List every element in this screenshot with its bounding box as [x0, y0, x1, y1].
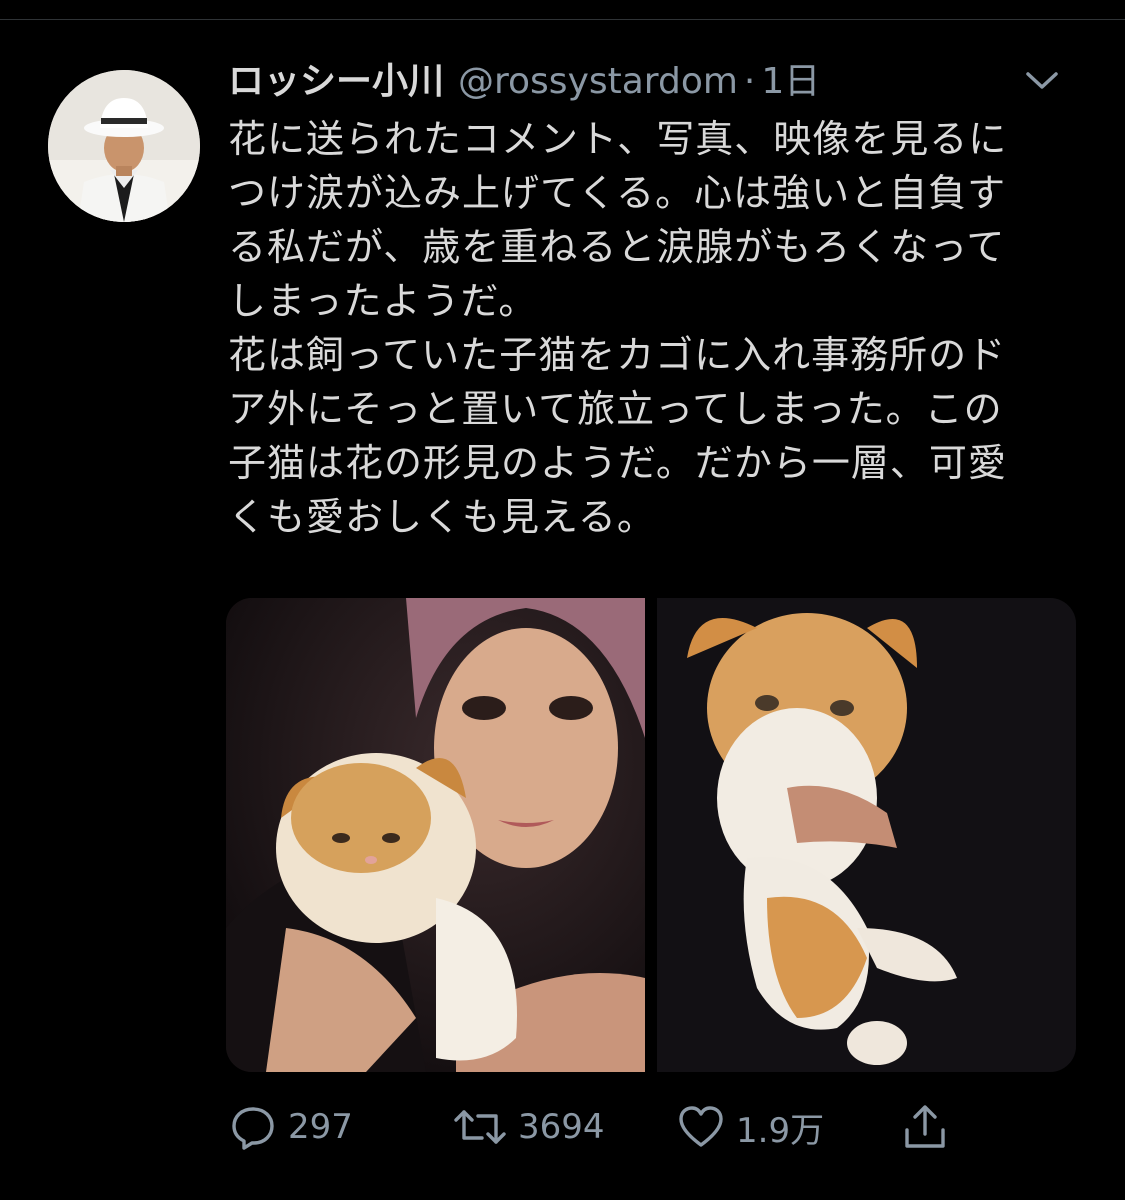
tweet-text: 花に送られたコメント、写真、映像を見るに つけ涙が込み上げてくる。心は強いと自負…	[228, 112, 1076, 544]
like-count: 1.9万	[736, 1110, 825, 1151]
photo-woman-with-kitten[interactable]	[226, 598, 645, 1072]
reply-count: 297	[288, 1107, 353, 1147]
retweet-count: 3694	[518, 1107, 605, 1147]
avatar-image	[48, 70, 200, 222]
tweet-text-line: 子猫は花の形見のようだ。だから一層、可愛	[228, 441, 1007, 485]
separator-dot: ·	[743, 61, 756, 102]
tweet-text-line: る私だが、歳を重ねると涙腺がもろくなって	[228, 225, 1006, 269]
tweet-text-line: 花に送られたコメント、写真、映像を見るに	[228, 117, 1008, 161]
reply-button[interactable]: 297	[228, 1100, 353, 1154]
tweet-text-line: 花は飼っていた子猫をカゴに入れ事務所のド	[228, 333, 1007, 377]
photo-2-image	[657, 598, 1076, 1072]
action-bar: 297 3694 1.9万	[228, 1100, 968, 1154]
display-name[interactable]: ロッシー小川	[228, 52, 444, 104]
avatar[interactable]	[48, 70, 200, 222]
user-handle[interactable]: @rossystardom	[458, 61, 738, 102]
tweet-text-line: くも愛おしくも見える。	[228, 495, 656, 539]
photo-held-kitten[interactable]	[657, 598, 1076, 1072]
tweet-text-line: ア外にそっと置いて旅立ってしまった。この	[228, 387, 1003, 431]
tweet-text-line: しまったようだ。	[228, 279, 538, 323]
media-grid	[226, 598, 1076, 1072]
tweet[interactable]: ロッシー小川 @rossystardom · 1日 花に送られたコメント、写真、…	[0, 0, 1125, 1200]
like-button[interactable]: 1.9万	[676, 1100, 824, 1154]
timestamp[interactable]: 1日	[761, 52, 820, 104]
speech-bubble-icon	[232, 1107, 274, 1150]
tweet-header: ロッシー小川 @rossystardom · 1日	[228, 52, 820, 108]
share-button[interactable]	[900, 1100, 950, 1154]
retweet-button[interactable]: 3694	[452, 1100, 605, 1154]
heart-icon	[679, 1106, 723, 1147]
more-menu-button[interactable]	[1014, 60, 1070, 100]
share-upload-icon	[905, 1105, 945, 1148]
retweet-arrows-icon	[454, 1110, 506, 1144]
chevron-down-icon	[1026, 72, 1058, 89]
photo-1-image	[226, 598, 645, 1072]
tweet-text-line: つけ涙が込み上げてくる。心は強いと自負す	[228, 171, 1007, 215]
